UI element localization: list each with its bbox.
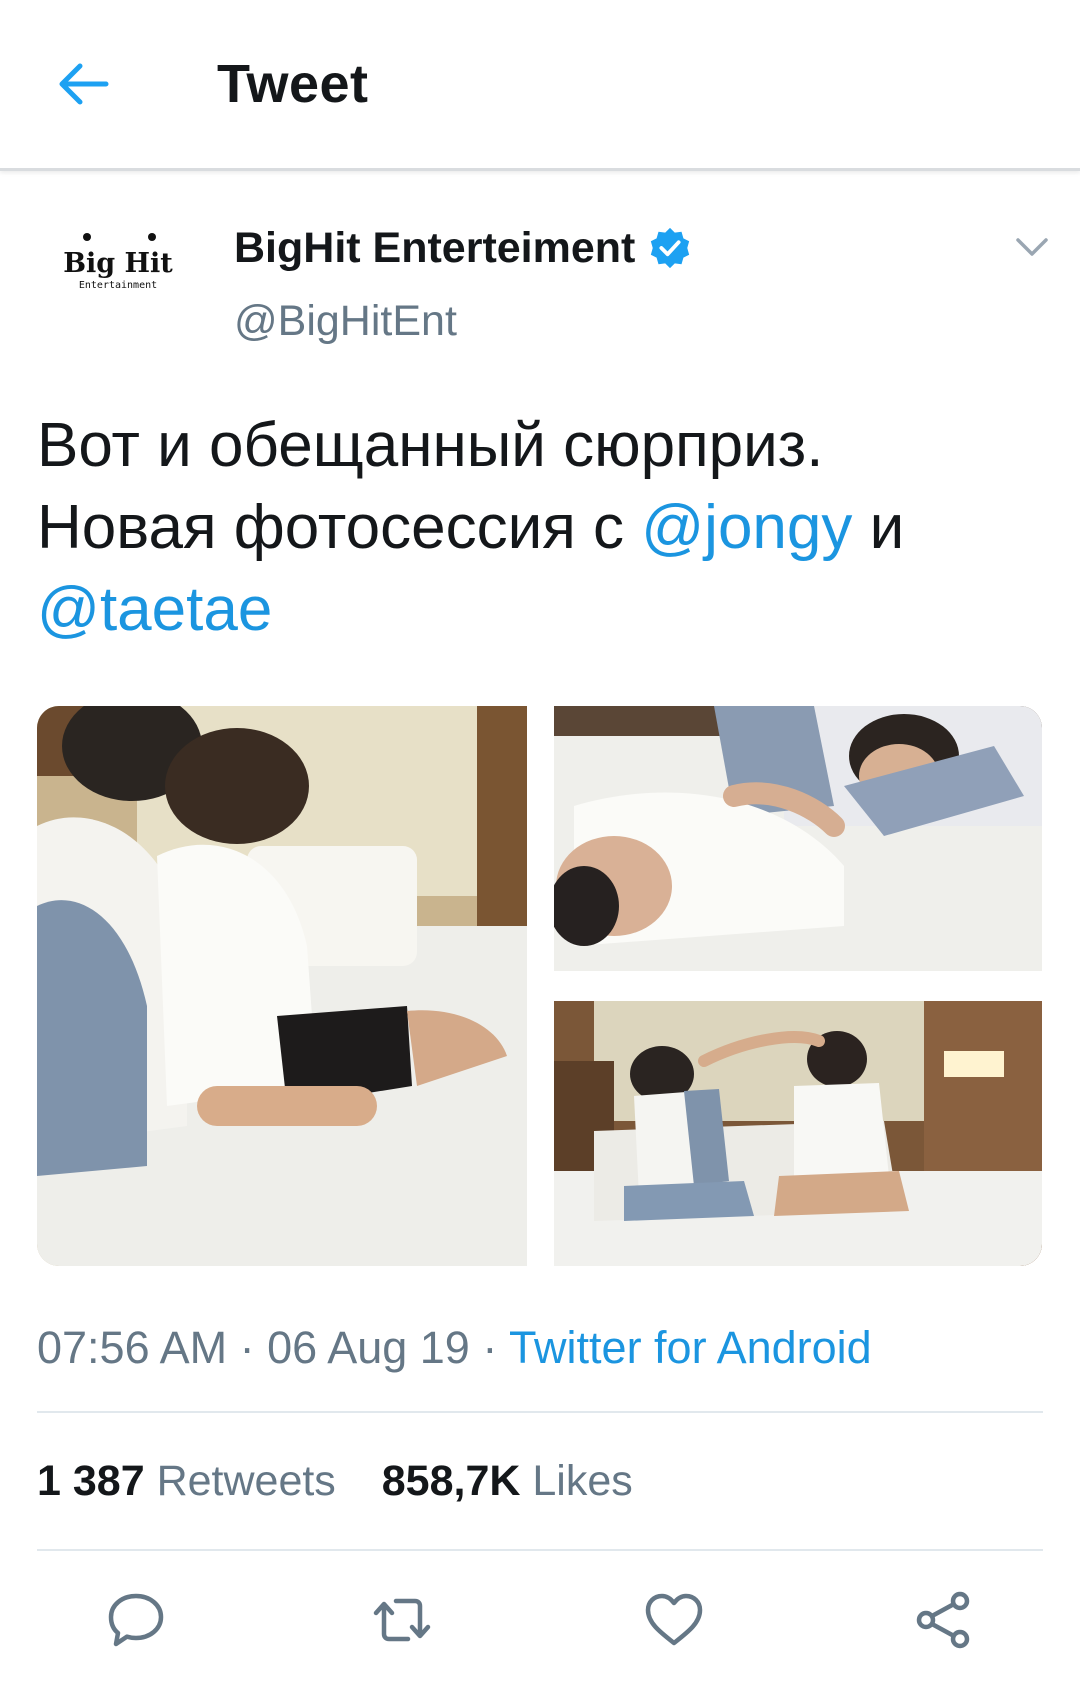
back-button[interactable] — [52, 52, 116, 116]
divider — [37, 1411, 1043, 1413]
photo-3[interactable] — [554, 1001, 1042, 1266]
tweet-time: 07:56 AM — [37, 1322, 228, 1373]
source-link[interactable]: Twitter for Android — [509, 1322, 872, 1373]
top-app-bar: Tweet — [0, 0, 1080, 171]
meta-separator: · — [469, 1322, 510, 1373]
verified-badge-icon — [651, 227, 690, 269]
mention-link-taetae[interactable]: @taetae — [37, 575, 272, 644]
divider — [37, 1549, 1043, 1551]
heart-icon — [645, 1593, 703, 1646]
retweet-icon — [373, 1598, 431, 1642]
photo-1[interactable] — [37, 706, 527, 1266]
tweet-stats: 1 387 Retweets 858,7K Likes — [37, 1450, 667, 1512]
meta-separator: · — [227, 1322, 268, 1373]
mention-link-jongy[interactable]: @jongy — [641, 493, 852, 562]
likes-stat[interactable]: 858,7K Likes — [382, 1457, 633, 1505]
tweet-text: Вот и обещанный сюрприз. Новая фотосесси… — [37, 405, 1047, 651]
share-button[interactable] — [912, 1588, 976, 1652]
like-button[interactable] — [642, 1588, 706, 1652]
tweet-date: 06 Aug 19 — [267, 1322, 470, 1373]
retweets-stat[interactable]: 1 387 Retweets — [37, 1457, 336, 1505]
likes-count: 858,7K — [381, 1457, 521, 1505]
chevron-down-icon[interactable] — [1012, 232, 1052, 262]
share-icon — [916, 1591, 970, 1649]
retweets-count: 1 387 — [37, 1457, 145, 1505]
tweet-line-2-prefix: Новая фотосессия с — [37, 493, 642, 562]
page-title: Tweet — [217, 54, 369, 114]
avatar[interactable]: Big Hit Entertainment — [40, 210, 190, 360]
author-handle[interactable]: @BigHitEnt — [234, 295, 457, 347]
retweets-label: Retweets — [156, 1457, 336, 1505]
reply-button[interactable] — [104, 1588, 168, 1652]
photo-2[interactable] — [554, 706, 1042, 971]
arrow-left-icon — [59, 63, 109, 105]
reply-icon — [108, 1593, 164, 1647]
svg-text:Big Hit: Big Hit — [63, 248, 173, 279]
tweet-meta: 07:56 AM · 06 Aug 19 · Twitter for Andro… — [37, 1318, 872, 1378]
retweet-button[interactable] — [370, 1588, 434, 1652]
likes-label: Likes — [532, 1457, 633, 1505]
svg-text:Entertainment: Entertainment — [79, 280, 157, 291]
tweet-line-1: Вот и обещанный сюрприз. — [37, 411, 824, 480]
author-name[interactable]: BigHit Enterteiment — [234, 220, 635, 276]
media-grid — [37, 706, 1042, 1266]
author-name-row[interactable]: BigHit Enterteiment — [234, 220, 693, 276]
tweet-line-2-suffix: и — [852, 493, 905, 562]
